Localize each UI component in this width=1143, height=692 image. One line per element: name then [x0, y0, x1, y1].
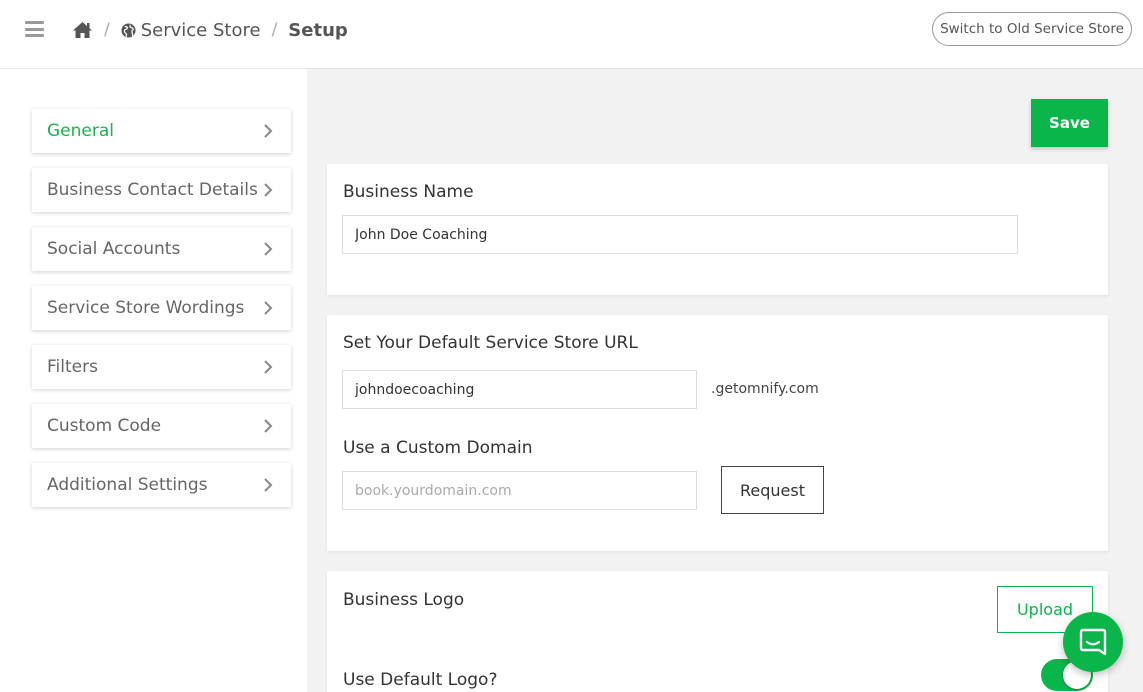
store-url-card: Set Your Default Service Store URL .geto…	[327, 315, 1108, 551]
store-url-label: Set Your Default Service Store URL	[343, 333, 638, 353]
chevron-right-icon	[264, 419, 273, 433]
breadcrumb-service-store-label: Service Store	[140, 19, 261, 41]
chevron-right-icon	[264, 478, 273, 492]
breadcrumb-separator: /	[104, 20, 110, 40]
custom-domain-input[interactable]	[342, 471, 697, 510]
business-name-card: Business Name	[327, 164, 1108, 295]
sidebar-item-business-contact-details[interactable]: Business Contact Details	[32, 168, 291, 212]
default-logo-label: Use Default Logo?	[343, 670, 498, 690]
chevron-right-icon	[264, 360, 273, 374]
sidebar-item-general[interactable]: General	[32, 109, 291, 153]
business-name-label: Business Name	[343, 182, 474, 202]
switch-old-store-button[interactable]: Switch to Old Service Store	[932, 12, 1132, 46]
sidebar-item-label: General	[47, 121, 114, 141]
save-button[interactable]: Save	[1031, 99, 1108, 147]
globe-icon	[121, 22, 136, 38]
business-logo-card: Business Logo Upload Use Default Logo?	[327, 571, 1108, 692]
settings-main: Save Business Name Set Your Default Serv…	[307, 69, 1143, 692]
chevron-right-icon	[264, 242, 273, 256]
chevron-right-icon	[264, 183, 273, 197]
breadcrumb: / Service Store / Setup	[72, 17, 348, 43]
home-icon[interactable]	[72, 21, 93, 39]
sidebar-item-custom-code[interactable]: Custom Code	[32, 404, 291, 448]
sidebar-item-label: Service Store Wordings	[47, 298, 245, 318]
sidebar-item-additional-settings[interactable]: Additional Settings	[32, 463, 291, 507]
breadcrumb-separator: /	[271, 20, 278, 40]
chevron-right-icon	[264, 301, 273, 315]
top-header: / Service Store / Setup Switch to Old Se…	[0, 0, 1143, 69]
menu-icon[interactable]	[25, 21, 44, 37]
sidebar-item-social-accounts[interactable]: Social Accounts	[32, 227, 291, 271]
page-title: Setup	[288, 19, 348, 41]
business-name-input[interactable]	[342, 215, 1018, 254]
chevron-right-icon	[264, 124, 273, 138]
custom-domain-label: Use a Custom Domain	[343, 438, 533, 458]
breadcrumb-service-store[interactable]: Service Store	[121, 20, 261, 41]
sidebar-item-filters[interactable]: Filters	[32, 345, 291, 389]
sidebar-item-label: Custom Code	[47, 416, 162, 436]
store-url-input[interactable]	[342, 370, 697, 409]
chat-launcher-button[interactable]	[1063, 612, 1123, 672]
settings-sidebar: General Business Contact Details Social …	[0, 69, 307, 692]
sidebar-item-label: Business Contact Details	[47, 180, 258, 200]
request-domain-button[interactable]: Request	[721, 466, 824, 514]
sidebar-item-label: Additional Settings	[47, 475, 208, 495]
business-logo-label: Business Logo	[343, 590, 465, 610]
chat-icon	[1079, 628, 1107, 656]
sidebar-item-label: Filters	[47, 357, 98, 377]
sidebar-item-label: Social Accounts	[47, 239, 181, 259]
store-url-suffix: .getomnify.com	[711, 381, 819, 397]
sidebar-item-service-store-wordings[interactable]: Service Store Wordings	[32, 286, 291, 330]
